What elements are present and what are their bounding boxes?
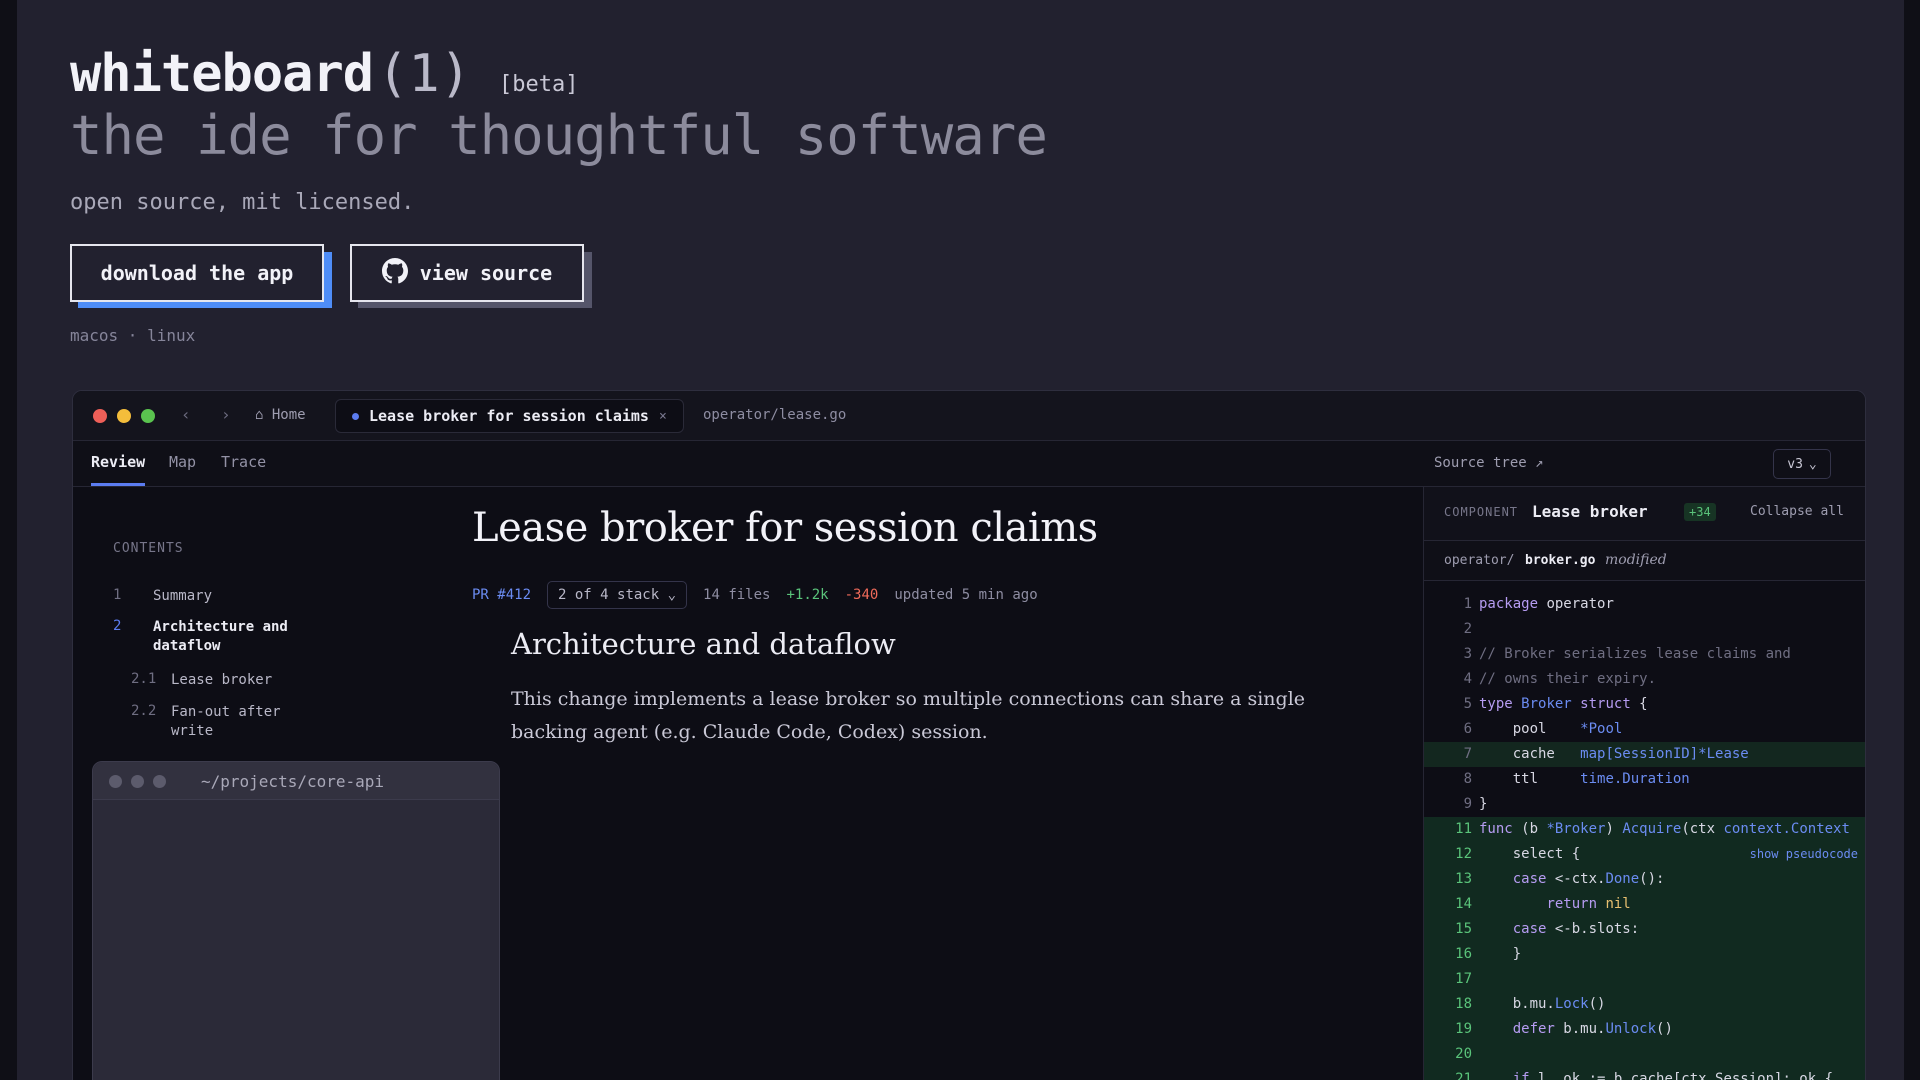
component-name: Lease broker bbox=[1532, 502, 1648, 521]
toc-number: 2.2 bbox=[131, 703, 157, 719]
code-line-added: 13 case <-ctx.Done(): bbox=[1424, 867, 1865, 892]
code-line: 8 ttl time.Duration bbox=[1463, 771, 1690, 787]
collapse-all-button[interactable]: Collapse all bbox=[1750, 504, 1844, 519]
code-line: 2 bbox=[1463, 621, 1472, 637]
code-line-highlighted: 7 cache map[SessionID]*Lease bbox=[1424, 742, 1865, 767]
terminal-title: ~/projects/core-api bbox=[201, 772, 385, 791]
code-line-added: 12 select {show pseudocode bbox=[1424, 842, 1865, 867]
minimize-window-icon[interactable] bbox=[117, 409, 131, 423]
view-source-button[interactable]: view source bbox=[350, 244, 584, 302]
file-directory: operator/ bbox=[1444, 553, 1515, 568]
code-line-added: 18 b.mu.Lock() bbox=[1424, 992, 1865, 1017]
download-button-label: download the app bbox=[100, 261, 294, 285]
code-line-added: 19 defer b.mu.Unlock() bbox=[1424, 1017, 1865, 1042]
code-line-added: 14 return nil bbox=[1424, 892, 1865, 917]
terminal-maximize-icon[interactable] bbox=[153, 775, 166, 788]
version-value: v3 bbox=[1787, 456, 1803, 472]
terminal-minimize-icon[interactable] bbox=[131, 775, 144, 788]
section-body: This change implements a lease broker so… bbox=[511, 688, 1306, 743]
toc-item-summary[interactable]: Summary bbox=[153, 587, 212, 606]
show-pseudocode-link[interactable]: show pseudocode bbox=[1750, 842, 1858, 867]
updated-timestamp: updated 5 min ago bbox=[894, 587, 1038, 603]
terminal-titlebar: ~/projects/core-api bbox=[93, 762, 499, 800]
toc-item-lease-broker[interactable]: Lease broker bbox=[171, 671, 272, 690]
file-name[interactable]: broker.go bbox=[1525, 553, 1595, 568]
code-line-added: 11 func (b *Broker) Acquire(ctx context.C… bbox=[1424, 817, 1865, 842]
document-title: Lease broker for session claims bbox=[472, 505, 1098, 551]
download-button[interactable]: download the app bbox=[70, 244, 324, 302]
component-panel: COMPONENT Lease broker +34 Collapse all … bbox=[1423, 487, 1865, 1080]
tab-map[interactable]: Map bbox=[169, 453, 196, 471]
hero-title: whiteboard (1) [beta] bbox=[70, 44, 578, 104]
license-text: open source, mit licensed. bbox=[70, 190, 415, 215]
app-preview-window: ‹ › ⌂ Home Lease broker for session clai… bbox=[72, 390, 1866, 1080]
tagline: the ide for thoughtful software bbox=[70, 104, 1048, 167]
contents-heading: CONTENTS bbox=[113, 541, 184, 556]
github-icon bbox=[381, 257, 408, 289]
code-line: 9} bbox=[1463, 796, 1488, 812]
deletions-count: -340 bbox=[844, 587, 879, 603]
file-path-row: operator/ broker.go modified bbox=[1424, 541, 1865, 581]
window-titlebar: ‹ › ⌂ Home Lease broker for session clai… bbox=[73, 391, 1865, 441]
code-line: 5 type Broker struct { bbox=[1463, 696, 1648, 712]
code-line-added: 20 bbox=[1424, 1042, 1865, 1067]
close-tab-icon[interactable]: × bbox=[659, 409, 667, 424]
version-select[interactable]: v3 ⌄ bbox=[1773, 449, 1831, 479]
terminal-close-icon[interactable] bbox=[109, 775, 122, 788]
toc-number: 2 bbox=[113, 618, 122, 634]
pr-link[interactable]: PR #412 bbox=[472, 587, 531, 603]
section-heading: Architecture and dataflow bbox=[511, 627, 896, 661]
app-name-suffix: (1) bbox=[377, 44, 471, 104]
code-line: 6 pool *Pool bbox=[1463, 721, 1623, 737]
toc-item-architecture[interactable]: Architecture and dataflow bbox=[153, 618, 313, 656]
landing-page: whiteboard (1) [beta] the ide for though… bbox=[17, 0, 1904, 1080]
code-line-added: 21 if l, ok := b.cache[ctx.Session]; ok … bbox=[1424, 1067, 1865, 1080]
source-tree-link[interactable]: Source tree ↗ bbox=[1434, 455, 1544, 471]
active-tab-indicator bbox=[91, 483, 145, 486]
code-line-added: 17 bbox=[1424, 967, 1865, 992]
component-header: COMPONENT Lease broker +34 Collapse all bbox=[1424, 487, 1865, 541]
stack-select[interactable]: 2 of 4 stack ⌄ bbox=[547, 581, 688, 609]
tab-trace[interactable]: Trace bbox=[221, 453, 266, 471]
platforms-text: macos · linux bbox=[70, 326, 196, 345]
toc-number: 2.1 bbox=[131, 671, 157, 687]
maximize-window-icon[interactable] bbox=[141, 409, 155, 423]
file-tab[interactable]: operator/lease.go bbox=[703, 407, 846, 423]
view-source-button-label: view source bbox=[419, 261, 553, 285]
close-window-icon[interactable] bbox=[93, 409, 107, 423]
additions-count: +1.2k bbox=[786, 587, 829, 603]
pr-meta-row: PR #412 2 of 4 stack ⌄ 14 files +1.2k -3… bbox=[472, 581, 1038, 609]
view-toolbar: Review Map Trace Source tree ↗ v3 ⌄ bbox=[73, 441, 1865, 487]
code-line: 4// owns their expiry. bbox=[1463, 671, 1657, 687]
tab-lease-broker[interactable]: Lease broker for session claims × bbox=[335, 399, 684, 433]
component-additions-badge: +34 bbox=[1684, 503, 1716, 521]
back-arrow-icon[interactable]: ‹ bbox=[181, 405, 191, 424]
toc-item-fan-out[interactable]: Fan-out after write bbox=[171, 703, 331, 741]
forward-arrow-icon[interactable]: › bbox=[221, 405, 231, 424]
home-tab[interactable]: ⌂ Home bbox=[255, 407, 306, 423]
chevron-down-icon: ⌄ bbox=[1808, 456, 1817, 472]
toc-number: 1 bbox=[113, 587, 122, 603]
file-status: modified bbox=[1605, 552, 1667, 568]
code-line-added: 16 } bbox=[1424, 942, 1865, 967]
tab-label: Lease broker for session claims bbox=[369, 407, 649, 425]
tab-review[interactable]: Review bbox=[91, 453, 145, 471]
code-line: 3// Broker serializes lease claims and bbox=[1463, 646, 1791, 662]
beta-tag: [beta] bbox=[499, 72, 579, 97]
app-name: whiteboard bbox=[70, 44, 374, 104]
component-label: COMPONENT bbox=[1444, 505, 1519, 519]
tab-active-dot-icon bbox=[352, 412, 359, 420]
code-line: 1 package operator bbox=[1463, 596, 1614, 612]
files-count: 14 files bbox=[703, 587, 771, 603]
terminal-window[interactable]: ~/projects/core-api bbox=[92, 761, 500, 1080]
code-line-added: 15 case <-b.slots: bbox=[1424, 917, 1865, 942]
